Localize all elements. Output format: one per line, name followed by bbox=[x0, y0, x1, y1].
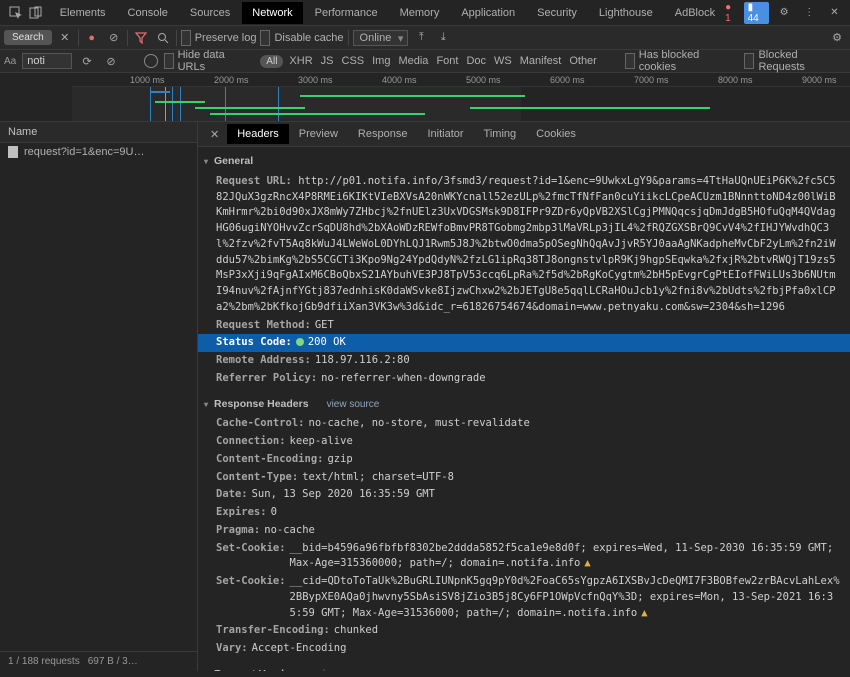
response-headers-section[interactable]: Response Headersview source bbox=[198, 394, 850, 416]
header-row: Transfer-Encoding:chunked bbox=[198, 622, 850, 640]
tab-sources[interactable]: Sources bbox=[180, 2, 240, 24]
view-source-link[interactable]: view source bbox=[318, 667, 371, 671]
match-case[interactable]: Aa bbox=[4, 56, 16, 67]
record-icon[interactable]: ● bbox=[83, 29, 101, 47]
subtab-cookies[interactable]: Cookies bbox=[526, 124, 586, 144]
header-row: Pragma:no-cache bbox=[198, 522, 850, 540]
filter-ws[interactable]: WS bbox=[494, 55, 512, 67]
subtab-initiator[interactable]: Initiator bbox=[417, 124, 473, 144]
request-row[interactable]: request?id=1&enc=9U… bbox=[0, 143, 197, 161]
tab-memory[interactable]: Memory bbox=[390, 2, 450, 24]
filter-xhr[interactable]: XHR bbox=[289, 55, 312, 67]
tab-performance[interactable]: Performance bbox=[305, 2, 388, 24]
preserve-log-checkbox[interactable]: Preserve log bbox=[181, 30, 257, 46]
tab-elements[interactable]: Elements bbox=[50, 2, 116, 24]
blocked-cookies-checkbox[interactable]: Has blocked cookies bbox=[625, 49, 739, 73]
header-row: Content-Type:text/html; charset=UTF-8 bbox=[198, 469, 850, 487]
timeline[interactable]: 1000 ms2000 ms3000 ms4000 ms5000 ms6000 … bbox=[0, 73, 850, 122]
filter-all[interactable]: All bbox=[260, 55, 283, 68]
request-url-row: Request URL: http://p01.notifa.info/3fsm… bbox=[198, 173, 850, 317]
device-icon[interactable] bbox=[26, 2, 46, 24]
search-input[interactable] bbox=[22, 53, 72, 69]
filter-doc[interactable]: Doc bbox=[466, 55, 486, 67]
filter-js[interactable]: JS bbox=[321, 55, 334, 67]
clear-icon[interactable]: ⊘ bbox=[105, 29, 123, 47]
header-row: Set-Cookie:__cid=QDtoToTaUk%2BuGRLIUNpnK… bbox=[198, 573, 850, 622]
main-tabs: ElementsConsoleSourcesNetworkPerformance… bbox=[50, 2, 725, 24]
request-name: request?id=1&enc=9U… bbox=[24, 146, 144, 158]
file-icon bbox=[8, 146, 18, 158]
tab-lighthouse[interactable]: Lighthouse bbox=[589, 2, 663, 24]
filter-css[interactable]: CSS bbox=[342, 55, 365, 67]
subtab-preview[interactable]: Preview bbox=[289, 124, 348, 144]
clear-search-icon[interactable]: ⊘ bbox=[102, 52, 120, 70]
disable-cache-checkbox[interactable]: Disable cache bbox=[260, 30, 343, 46]
blocked-requests-checkbox[interactable]: Blocked Requests bbox=[744, 49, 846, 73]
inspect-icon[interactable] bbox=[6, 2, 26, 24]
search-button[interactable]: Search bbox=[4, 30, 52, 45]
headers-panel: General Request URL: http://p01.notifa.i… bbox=[198, 147, 850, 671]
header-row: Connection:keep-alive bbox=[198, 433, 850, 451]
settings-gear-icon[interactable]: ⚙ bbox=[828, 29, 846, 47]
more-icon[interactable]: ⋮ bbox=[800, 2, 819, 24]
close-details-icon[interactable]: ✕ bbox=[202, 128, 227, 141]
filter-img[interactable]: Img bbox=[372, 55, 390, 67]
name-column-header[interactable]: Name bbox=[0, 122, 197, 143]
view-source-link[interactable]: view source bbox=[327, 397, 380, 412]
general-section[interactable]: General bbox=[198, 151, 850, 173]
header-row: Vary:Accept-Encoding bbox=[198, 640, 850, 658]
hide-data-urls-checkbox[interactable]: Hide data URLs bbox=[164, 49, 255, 73]
filter-icon[interactable] bbox=[132, 29, 150, 47]
error-count[interactable]: ● 1 bbox=[725, 2, 738, 24]
tab-console[interactable]: Console bbox=[118, 2, 178, 24]
status-code-row[interactable]: Status Code:200 OK bbox=[198, 334, 850, 352]
header-row: Set-Cookie:__bid=b4596a96fbfbf8302be2ddd… bbox=[198, 540, 850, 574]
tab-application[interactable]: Application bbox=[451, 2, 525, 24]
tab-network[interactable]: Network bbox=[242, 2, 302, 24]
search-icon[interactable] bbox=[154, 29, 172, 47]
header-row: Date:Sun, 13 Sep 2020 16:35:59 GMT bbox=[198, 486, 850, 504]
request-headers-section[interactable]: Request Headersview source bbox=[198, 664, 850, 671]
filter-manifest[interactable]: Manifest bbox=[520, 55, 562, 67]
close-icon[interactable]: ✕ bbox=[825, 2, 844, 24]
filter-font[interactable]: Font bbox=[436, 55, 458, 67]
refresh-icon[interactable]: ⟳ bbox=[78, 52, 96, 70]
subtab-response[interactable]: Response bbox=[348, 124, 418, 144]
filter-media[interactable]: Media bbox=[398, 55, 428, 67]
message-count[interactable]: ▮ 44 bbox=[744, 2, 769, 24]
settings-icon[interactable]: ⚙ bbox=[775, 2, 794, 24]
requests-footer: 1 / 188 requests 697 B / 3… bbox=[0, 651, 197, 671]
tab-adblock[interactable]: AdBlock bbox=[665, 2, 725, 24]
header-row: Expires:0 bbox=[198, 504, 850, 522]
upload-icon[interactable]: ⤒ bbox=[412, 29, 430, 47]
header-row: Content-Encoding:gzip bbox=[198, 451, 850, 469]
filter-other[interactable]: Other bbox=[569, 55, 597, 67]
filter-circle-icon[interactable] bbox=[144, 54, 158, 68]
throttle-select[interactable]: Online bbox=[353, 30, 409, 46]
subtab-headers[interactable]: Headers bbox=[227, 124, 289, 144]
download-icon[interactable]: ⤓ bbox=[434, 29, 452, 47]
subtab-timing[interactable]: Timing bbox=[474, 124, 527, 144]
tab-security[interactable]: Security bbox=[527, 2, 587, 24]
close-search-icon[interactable]: ✕ bbox=[56, 29, 74, 47]
header-row: Cache-Control:no-cache, no-store, must-r… bbox=[198, 415, 850, 433]
